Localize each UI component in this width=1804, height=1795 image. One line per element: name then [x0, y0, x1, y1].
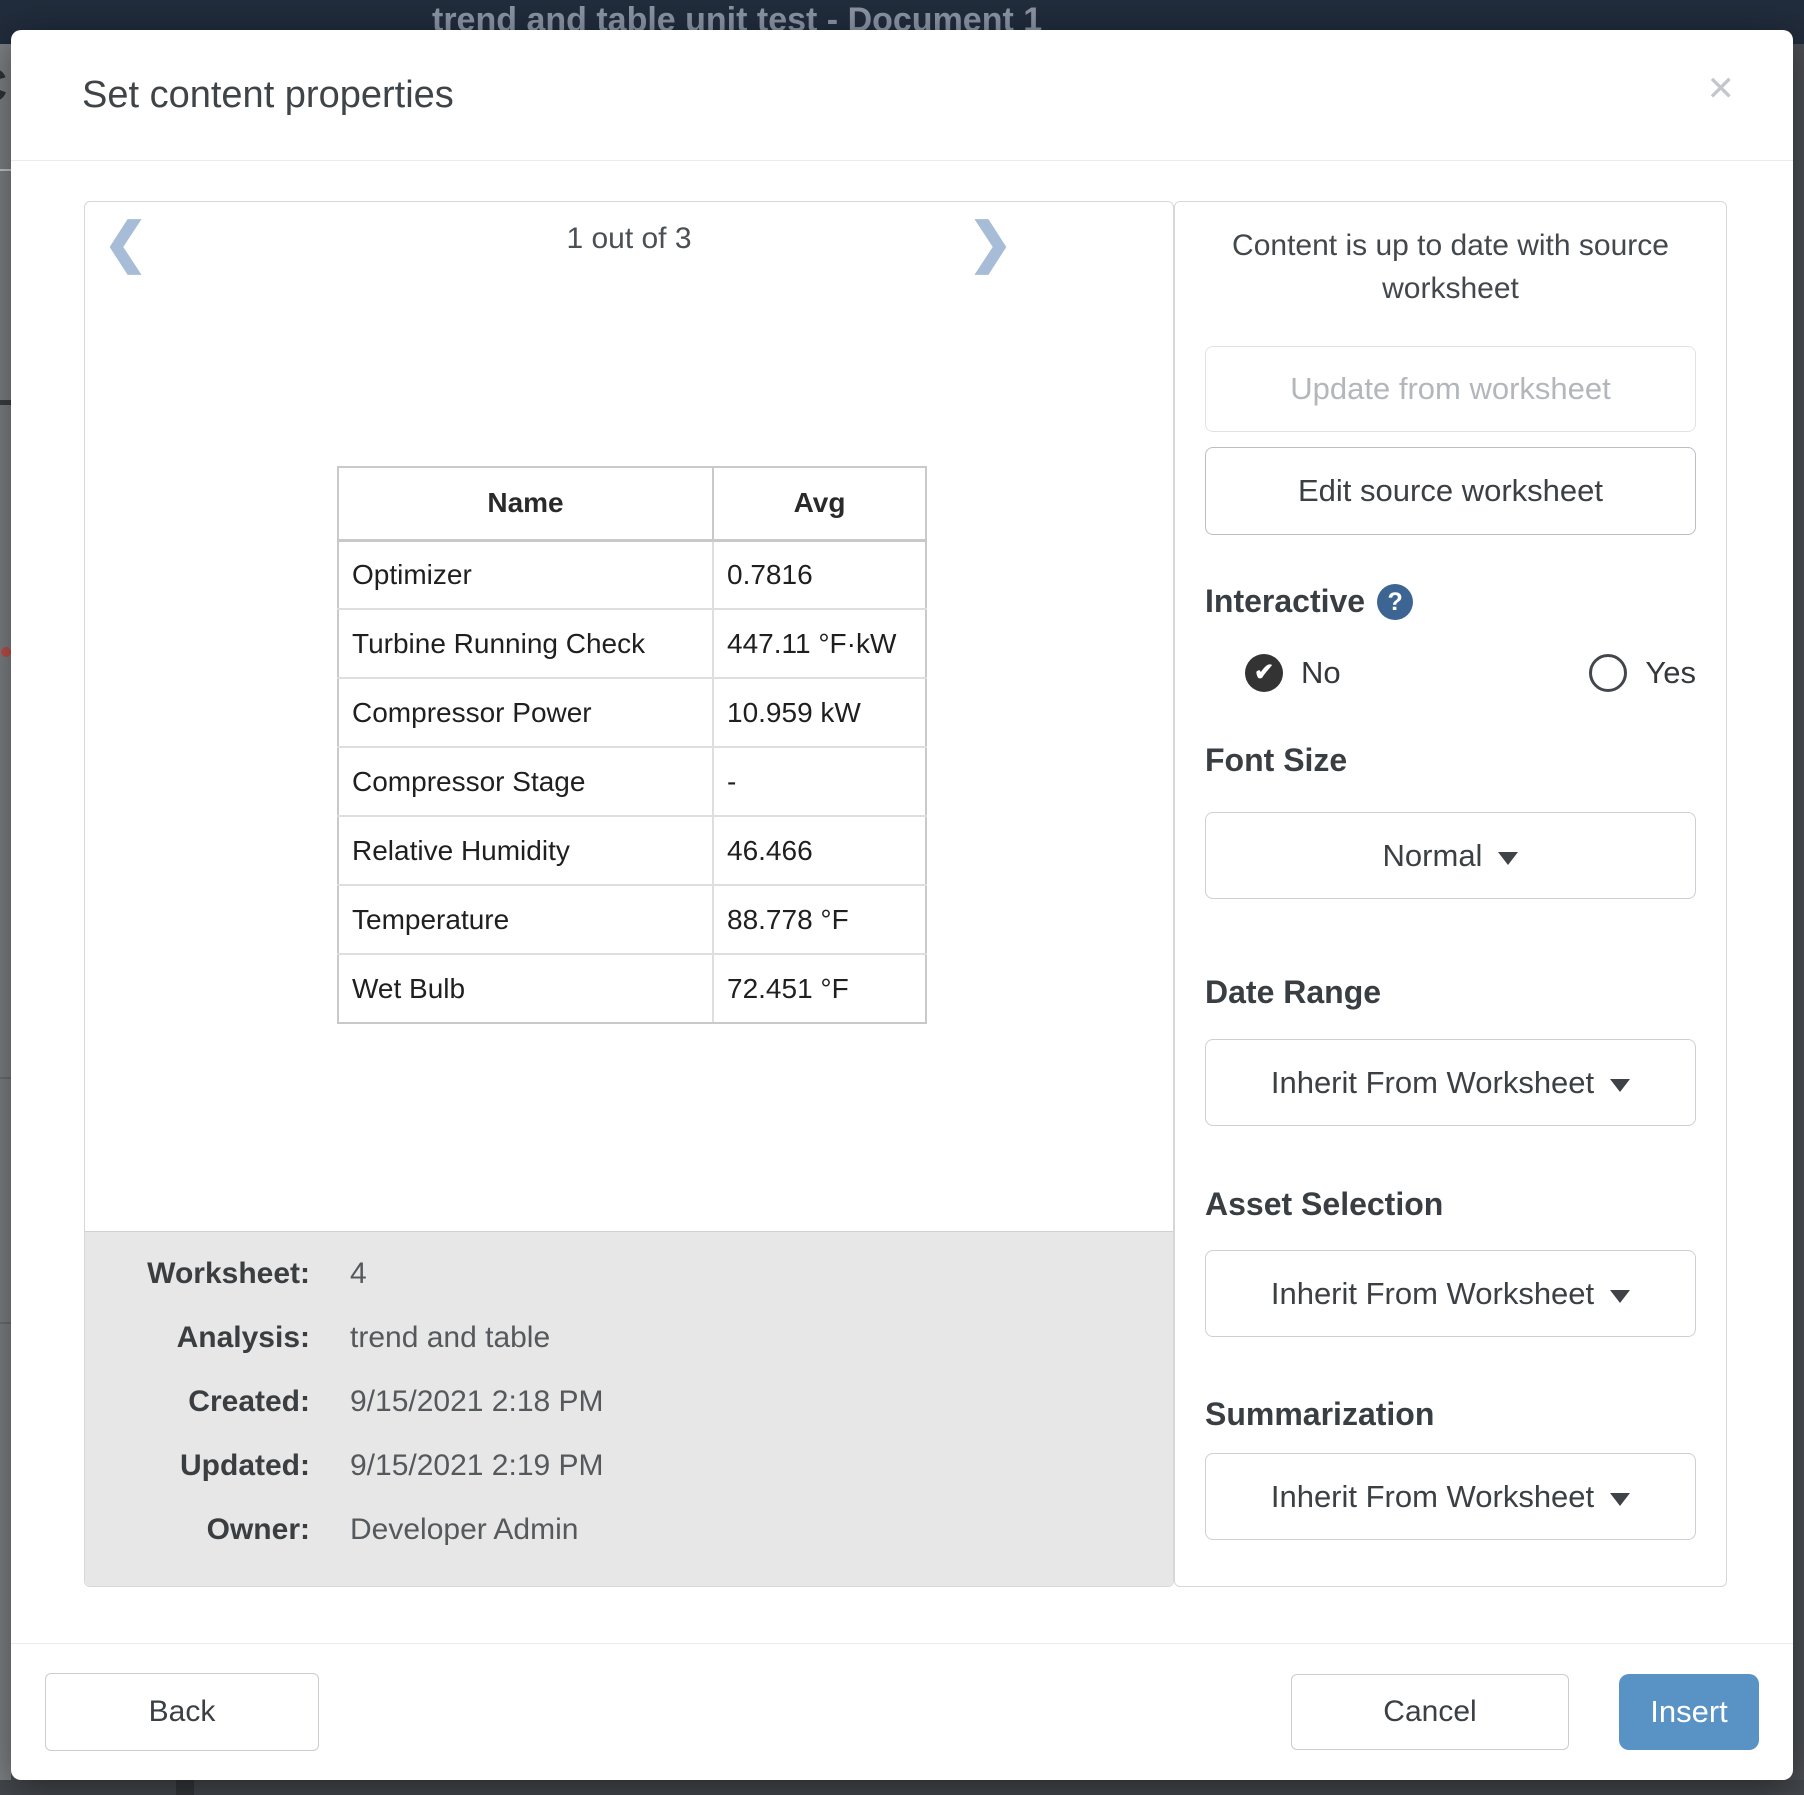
meta-value: Developer Admin [350, 1513, 578, 1547]
content-metadata-footer: Worksheet: 4 Analysis: trend and table C… [85, 1231, 1173, 1586]
close-icon[interactable]: ✕ [1707, 72, 1736, 106]
cell-name: Relative Humidity [338, 816, 713, 885]
radio-label-no: No [1301, 655, 1341, 691]
cell-avg: 88.778 °F [713, 885, 926, 954]
interactive-setting: Interactive ? [1205, 583, 1696, 620]
background-bottom-mark [176, 1780, 194, 1795]
cell-avg: - [713, 747, 926, 816]
meta-value: 9/15/2021 2:19 PM [350, 1449, 604, 1483]
meta-label: Created: [85, 1385, 310, 1419]
cancel-button[interactable]: Cancel [1291, 1674, 1569, 1750]
set-content-properties-dialog: Set content properties ✕ ❮ 1 out of 3 ❯ … [11, 30, 1793, 1780]
meta-value: 9/15/2021 2:18 PM [350, 1385, 604, 1419]
table-row: Turbine Running Check 447.11 °F·kW [338, 609, 926, 678]
date-range-dropdown[interactable]: Inherit From Worksheet [1205, 1039, 1696, 1126]
date-range-label: Date Range [1205, 974, 1696, 1011]
background-dark-line [0, 400, 11, 405]
radio-option-no[interactable]: ✔ No [1245, 654, 1341, 692]
preview-table: Name Avg Optimizer 0.7816 Turbine Runnin… [337, 466, 927, 1024]
cell-name: Wet Bulb [338, 954, 713, 1023]
dialog-title: Set content properties [82, 74, 454, 117]
caret-down-icon [1610, 1493, 1630, 1506]
asset-selection-label: Asset Selection [1205, 1186, 1696, 1223]
sync-status-text: Content is up to date with source worksh… [1205, 224, 1696, 310]
font-size-value: Normal [1383, 838, 1483, 874]
radio-option-yes[interactable]: Yes [1589, 654, 1696, 692]
next-content-icon[interactable]: ❯ [968, 216, 1013, 270]
help-icon[interactable]: ? [1377, 584, 1413, 620]
radio-unchecked-icon [1589, 654, 1627, 692]
background-divider-line-2 [0, 1077, 11, 1079]
caret-down-icon [1610, 1079, 1630, 1092]
meta-value: trend and table [350, 1321, 550, 1355]
meta-row-analysis: Analysis: trend and table [85, 1318, 1173, 1358]
interactive-radio-group: ✔ No Yes [1205, 654, 1696, 692]
asset-selection-dropdown[interactable]: Inherit From Worksheet [1205, 1250, 1696, 1337]
background-red-dot [1, 647, 11, 657]
cell-name: Turbine Running Check [338, 609, 713, 678]
content-options-panel: Content is up to date with source worksh… [1174, 201, 1727, 1587]
meta-row-worksheet: Worksheet: 4 [85, 1254, 1173, 1294]
table-row: Temperature 88.778 °F [338, 885, 926, 954]
meta-row-owner: Owner: Developer Admin [85, 1510, 1173, 1550]
column-header-name: Name [338, 467, 713, 540]
meta-row-created: Created: 9/15/2021 2:18 PM [85, 1382, 1173, 1422]
caret-down-icon [1498, 852, 1518, 865]
header-divider [11, 160, 1793, 161]
meta-row-updated: Updated: 9/15/2021 2:19 PM [85, 1446, 1173, 1486]
background-glyph-top: C [0, 58, 7, 112]
cell-avg: 46.466 [713, 816, 926, 885]
summarization-label: Summarization [1205, 1396, 1696, 1433]
meta-value: 4 [350, 1257, 367, 1291]
background-bottom-edge [0, 1780, 1804, 1795]
radio-checked-icon: ✔ [1245, 654, 1283, 692]
table-row: Compressor Stage - [338, 747, 926, 816]
update-from-worksheet-button[interactable]: Update from worksheet [1205, 346, 1696, 432]
cell-name: Compressor Stage [338, 747, 713, 816]
font-size-label: Font Size [1205, 742, 1696, 779]
background-divider-line-3 [0, 1322, 11, 1324]
caret-down-icon [1610, 1290, 1630, 1303]
background-left-edge: C e [0, 44, 11, 1780]
table-row: Relative Humidity 46.466 [338, 816, 926, 885]
meta-label: Owner: [85, 1513, 310, 1547]
table-header-row: Name Avg [338, 467, 926, 540]
cell-avg: 447.11 °F·kW [713, 609, 926, 678]
radio-label-yes: Yes [1645, 655, 1696, 691]
date-range-value: Inherit From Worksheet [1271, 1065, 1594, 1101]
summarization-value: Inherit From Worksheet [1271, 1479, 1594, 1515]
interactive-label: Interactive [1205, 583, 1365, 620]
cell-name: Compressor Power [338, 678, 713, 747]
meta-label: Analysis: [85, 1321, 310, 1355]
dialog-footer: Back Cancel Insert [11, 1643, 1793, 1780]
edit-source-worksheet-button[interactable]: Edit source worksheet [1205, 447, 1696, 535]
asset-selection-value: Inherit From Worksheet [1271, 1276, 1594, 1312]
background-divider-line [0, 169, 11, 171]
cell-name: Temperature [338, 885, 713, 954]
table-row: Compressor Power 10.959 kW [338, 678, 926, 747]
cell-avg: 0.7816 [713, 540, 926, 609]
font-size-dropdown[interactable]: Normal [1205, 812, 1696, 899]
summarization-dropdown[interactable]: Inherit From Worksheet [1205, 1453, 1696, 1540]
meta-label: Updated: [85, 1449, 310, 1483]
cell-avg: 10.959 kW [713, 678, 926, 747]
table-row: Wet Bulb 72.451 °F [338, 954, 926, 1023]
content-preview-panel: ❮ 1 out of 3 ❯ Name Avg Optimizer 0.7816… [84, 201, 1174, 1587]
insert-button[interactable]: Insert [1619, 1674, 1759, 1750]
table-row: Optimizer 0.7816 [338, 540, 926, 609]
back-button[interactable]: Back [45, 1673, 319, 1751]
meta-label: Worksheet: [85, 1257, 310, 1291]
column-header-avg: Avg [713, 467, 926, 540]
cell-name: Optimizer [338, 540, 713, 609]
cell-avg: 72.451 °F [713, 954, 926, 1023]
